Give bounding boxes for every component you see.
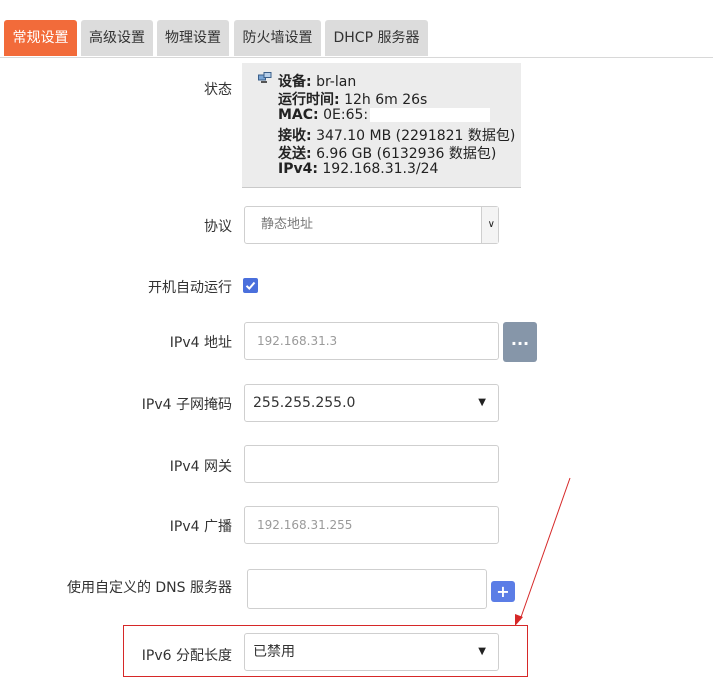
annotation-arrow — [515, 477, 571, 626]
